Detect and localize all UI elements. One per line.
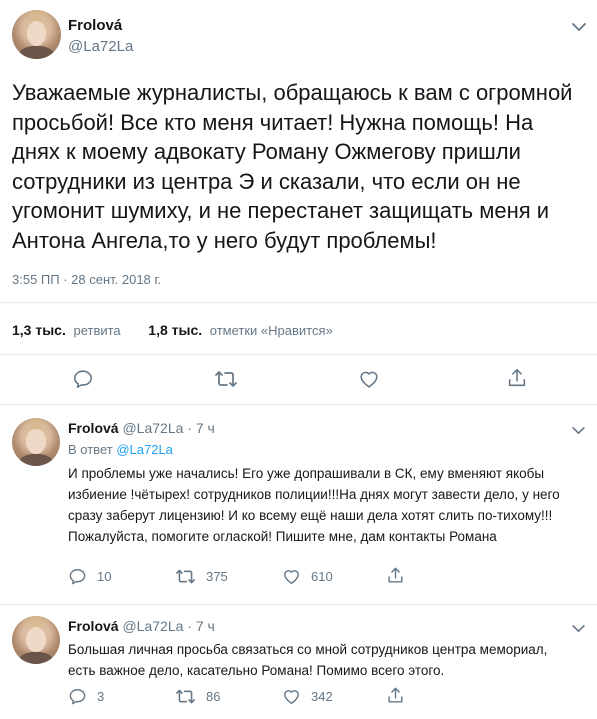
retweet-icon <box>176 689 195 704</box>
divider <box>0 404 597 405</box>
retweet-count: 86 <box>206 689 221 704</box>
retweet-button[interactable]: 375 <box>175 567 228 586</box>
like-button[interactable]: 610 <box>282 567 333 586</box>
reply-icon <box>69 569 86 585</box>
reply-count: 3 <box>97 689 105 704</box>
author-handle[interactable]: @La72La <box>68 38 133 55</box>
like-count: 342 <box>311 689 333 704</box>
retweet-icon <box>176 569 195 584</box>
reply-text: И проблемы уже начались! Его уже допраши… <box>68 466 560 544</box>
chevron-down-icon[interactable] <box>572 22 586 32</box>
reply-button[interactable]: 10 <box>68 567 111 586</box>
tweet-text: Уважаемые журналисты, обращаюсь к вам с … <box>12 80 573 253</box>
likes-label[interactable]: отметки «Нравится» <box>210 323 333 338</box>
share-button[interactable] <box>386 566 405 585</box>
reply-button[interactable]: 3 <box>68 687 104 706</box>
reply-header: Frolová @La72La · 7 ч <box>68 420 215 436</box>
author-name[interactable]: Frolová <box>68 420 119 436</box>
reply-to: В ответ @La72La <box>68 442 173 457</box>
tweet-time[interactable]: · 7 ч <box>187 420 215 436</box>
retweet-button[interactable] <box>214 368 238 390</box>
avatar[interactable] <box>12 418 60 466</box>
reply-text: Большая личная просьба связаться со мной… <box>68 642 548 678</box>
reply-to-handle[interactable]: @La72La <box>116 442 173 457</box>
chevron-down-icon[interactable] <box>572 624 585 633</box>
reply-button[interactable] <box>72 368 94 390</box>
tweet-time[interactable]: · 7 ч <box>187 618 215 634</box>
share-icon <box>388 687 403 703</box>
chevron-down-icon[interactable] <box>572 426 585 435</box>
share-button[interactable] <box>506 367 528 389</box>
author-name[interactable]: Frolová <box>68 618 119 634</box>
share-icon <box>508 368 526 387</box>
reply-icon <box>69 689 86 705</box>
like-count: 610 <box>311 569 333 584</box>
share-icon <box>388 567 403 583</box>
retweet-icon <box>215 371 237 387</box>
avatar[interactable] <box>12 616 60 664</box>
retweet-button[interactable]: 86 <box>175 687 220 706</box>
like-button[interactable] <box>358 368 380 390</box>
divider <box>0 354 597 355</box>
divider <box>0 604 597 605</box>
reply-count: 10 <box>97 569 112 584</box>
heart-icon <box>360 371 378 388</box>
like-button[interactable]: 342 <box>282 687 333 706</box>
divider <box>0 302 597 303</box>
retweets-count[interactable]: 1,3 тыс. <box>12 322 66 338</box>
reply-to-label: В ответ <box>68 442 113 457</box>
reply-header: Frolová @La72La · 7 ч <box>68 618 215 634</box>
tweet-timestamp[interactable]: 3:55 ПП · 28 сент. 2018 г. <box>12 272 161 287</box>
share-button[interactable] <box>386 686 405 705</box>
likes-count[interactable]: 1,8 тыс. <box>148 322 202 338</box>
tweet-stats: 1,3 тыс. ретвита 1,8 тыс. отметки «Нрави… <box>12 322 333 338</box>
retweets-label[interactable]: ретвита <box>73 323 120 338</box>
author-name[interactable]: Frolová <box>68 17 122 34</box>
heart-icon <box>284 690 299 704</box>
author-handle[interactable]: @La72La <box>122 420 183 436</box>
author-handle[interactable]: @La72La <box>122 618 183 634</box>
avatar[interactable] <box>12 10 61 59</box>
retweet-count: 375 <box>206 569 228 584</box>
heart-icon <box>284 570 299 584</box>
reply-icon <box>73 370 93 389</box>
